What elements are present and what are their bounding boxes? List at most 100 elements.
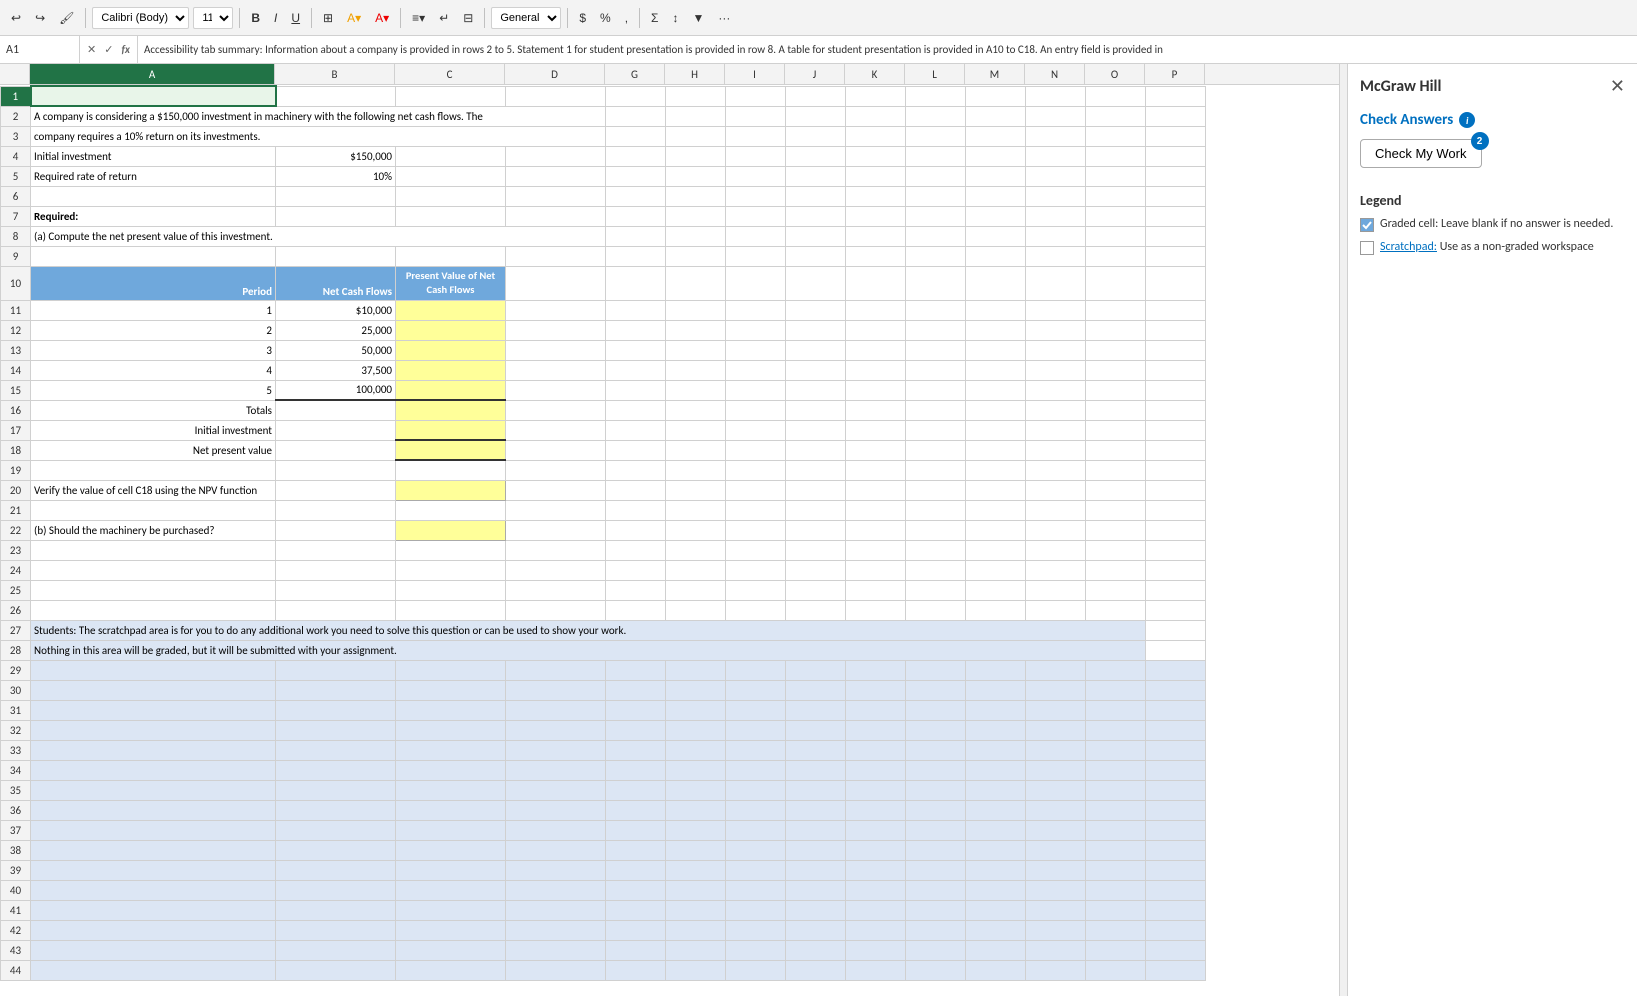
row-num-43[interactable]: 43 [1, 940, 31, 960]
cell-l22[interactable] [906, 520, 966, 540]
cell-a20[interactable]: Verify the value of cell C18 using the N… [31, 480, 276, 500]
cell-o16[interactable] [1086, 400, 1146, 420]
cell-l29[interactable] [906, 660, 966, 680]
cell-b10-netcashflows[interactable]: Net Cash Flows [276, 266, 396, 300]
cell-b19[interactable] [276, 460, 396, 480]
cell-l1[interactable] [906, 86, 966, 106]
cell-c9[interactable] [396, 246, 506, 266]
cell-j25[interactable] [786, 580, 846, 600]
cell-m24[interactable] [966, 560, 1026, 580]
cell-g24[interactable] [606, 560, 666, 580]
cell-d29[interactable] [506, 660, 606, 680]
cell-o20[interactable] [1086, 480, 1146, 500]
cell-o29[interactable] [1086, 660, 1146, 680]
row-num-9[interactable]: 9 [1, 246, 31, 266]
cell-d10[interactable] [506, 266, 606, 300]
cell-d25[interactable] [506, 580, 606, 600]
cell-m6[interactable] [966, 186, 1026, 206]
cell-c11[interactable] [396, 300, 506, 320]
cell-g22[interactable] [606, 520, 666, 540]
cell-o23[interactable] [1086, 540, 1146, 560]
undo-button[interactable]: ↩ [6, 8, 26, 28]
cell-b21[interactable] [276, 500, 396, 520]
cell-g20[interactable] [606, 480, 666, 500]
cell-p5[interactable] [1146, 166, 1206, 186]
cell-o22[interactable] [1086, 520, 1146, 540]
cell-h20[interactable] [666, 480, 726, 500]
col-header-k[interactable]: K [845, 64, 905, 84]
cell-k24[interactable] [846, 560, 906, 580]
cell-h16[interactable] [666, 400, 726, 420]
cell-k4[interactable] [846, 146, 906, 166]
cell-k25[interactable] [846, 580, 906, 600]
col-header-p[interactable]: P [1145, 64, 1205, 84]
cell-j10[interactable] [786, 266, 846, 300]
cell-g8[interactable] [606, 226, 666, 246]
cell-a26[interactable] [31, 600, 276, 620]
cell-g4[interactable] [606, 146, 666, 166]
cell-h6[interactable] [666, 186, 726, 206]
cell-k14[interactable] [846, 360, 906, 380]
cell-i18[interactable] [726, 440, 786, 460]
cell-n9[interactable] [1026, 246, 1086, 266]
cell-j13[interactable] [786, 340, 846, 360]
cell-i29[interactable] [726, 660, 786, 680]
cell-b5[interactable]: 10% [276, 166, 396, 186]
cell-h8[interactable] [666, 226, 726, 246]
cell-b23[interactable] [276, 540, 396, 560]
row-num-39[interactable]: 39 [1, 860, 31, 880]
sum-button[interactable]: Σ [646, 8, 663, 28]
row-num-5[interactable]: 5 [1, 166, 31, 186]
cell-i3[interactable] [726, 126, 786, 146]
row-num-15[interactable]: 15 [1, 380, 31, 400]
cell-j4[interactable] [786, 146, 846, 166]
cancel-formula-icon[interactable]: ✕ [84, 42, 99, 57]
cell-k19[interactable] [846, 460, 906, 480]
cell-h10[interactable] [666, 266, 726, 300]
cell-p19[interactable] [1146, 460, 1206, 480]
cell-a12[interactable]: 2 [31, 320, 276, 340]
cell-o12[interactable] [1086, 320, 1146, 340]
cell-k21[interactable] [846, 500, 906, 520]
cell-a1[interactable] [31, 86, 276, 106]
cell-d1[interactable] [506, 86, 606, 106]
cell-g23[interactable] [606, 540, 666, 560]
cell-d19[interactable] [506, 460, 606, 480]
cell-k20[interactable] [846, 480, 906, 500]
cell-a18[interactable]: Net present value [31, 440, 276, 460]
row-num-28[interactable]: 28 [1, 640, 31, 660]
cell-i20[interactable] [726, 480, 786, 500]
cell-d13[interactable] [506, 340, 606, 360]
cell-n22[interactable] [1026, 520, 1086, 540]
font-size-selector[interactable]: 11 [193, 7, 233, 29]
cell-g13[interactable] [606, 340, 666, 360]
cell-m20[interactable] [966, 480, 1026, 500]
insert-function-icon[interactable]: fx [118, 42, 133, 57]
cell-o5[interactable] [1086, 166, 1146, 186]
row-num-25[interactable]: 25 [1, 580, 31, 600]
cell-p21[interactable] [1146, 500, 1206, 520]
cell-m23[interactable] [966, 540, 1026, 560]
cell-d16[interactable] [506, 400, 606, 420]
cell-m15[interactable] [966, 380, 1026, 400]
cell-p7[interactable] [1146, 206, 1206, 226]
redo-button[interactable]: ↪ [30, 8, 50, 28]
cell-a23[interactable] [31, 540, 276, 560]
row-num-26[interactable]: 26 [1, 600, 31, 620]
cell-j7[interactable] [786, 206, 846, 226]
cell-a17[interactable]: Initial investment [31, 420, 276, 440]
cell-d12[interactable] [506, 320, 606, 340]
row-num-12[interactable]: 12 [1, 320, 31, 340]
cell-n7[interactable] [1026, 206, 1086, 226]
cell-l21[interactable] [906, 500, 966, 520]
cell-a10-period[interactable]: Period [31, 266, 276, 300]
cell-h14[interactable] [666, 360, 726, 380]
cell-d14[interactable] [506, 360, 606, 380]
cell-b26[interactable] [276, 600, 396, 620]
cell-l14[interactable] [906, 360, 966, 380]
cell-a3[interactable]: company requires a 10% return on its inv… [31, 126, 606, 146]
cell-j22[interactable] [786, 520, 846, 540]
cell-h22[interactable] [666, 520, 726, 540]
row-num-14[interactable]: 14 [1, 360, 31, 380]
cell-l12[interactable] [906, 320, 966, 340]
